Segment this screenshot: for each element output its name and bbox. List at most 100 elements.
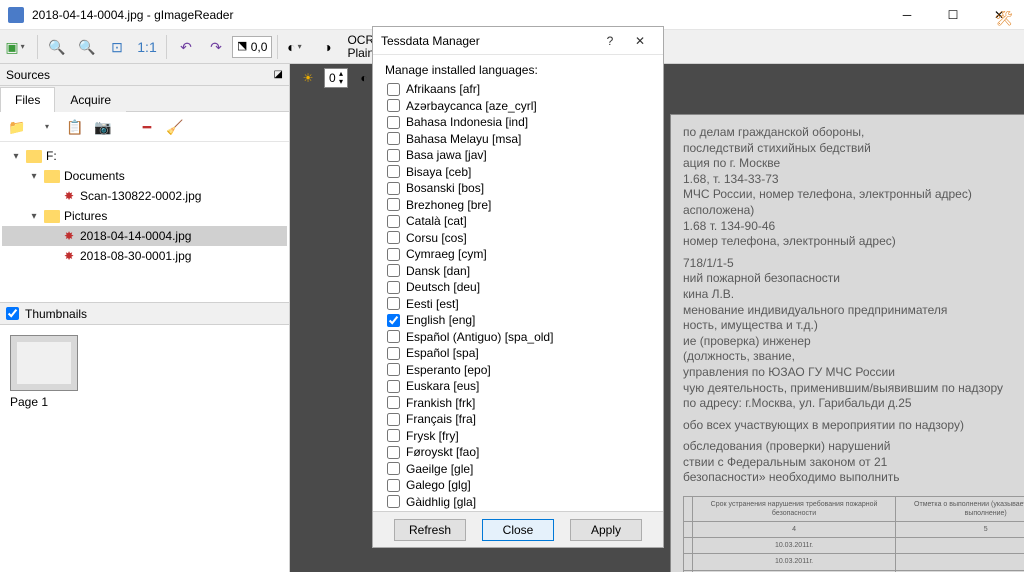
- language-checkbox[interactable]: [387, 198, 400, 211]
- language-row[interactable]: Gaeilge [gle]: [387, 461, 659, 478]
- rotate-right-button[interactable]: ↷: [202, 33, 230, 61]
- language-checkbox[interactable]: [387, 215, 400, 228]
- refresh-button[interactable]: Refresh: [394, 519, 466, 541]
- language-row[interactable]: Afrikaans [afr]: [387, 81, 659, 98]
- language-checkbox[interactable]: [387, 314, 400, 327]
- language-checkbox[interactable]: [387, 363, 400, 376]
- page-layout-button[interactable]: ◐▾: [283, 33, 311, 61]
- language-row[interactable]: Azərbaycanca [aze_cyrl]: [387, 98, 659, 115]
- thumbnails-checkbox[interactable]: [6, 307, 19, 320]
- language-row[interactable]: Eesti [est]: [387, 296, 659, 313]
- language-row[interactable]: Deutsch [deu]: [387, 279, 659, 296]
- language-row[interactable]: Bahasa Indonesia [ind]: [387, 114, 659, 131]
- language-checkbox[interactable]: [387, 231, 400, 244]
- language-label: Basa jawa [jav]: [406, 148, 487, 162]
- language-checkbox[interactable]: [387, 248, 400, 261]
- language-checkbox[interactable]: [387, 281, 400, 294]
- add-folder-button[interactable]: 📁: [6, 116, 28, 138]
- maximize-button[interactable]: ☐: [930, 0, 976, 30]
- rotation-spinbox[interactable]: ⬔ 0,0: [232, 36, 272, 58]
- language-checkbox[interactable]: [387, 99, 400, 112]
- close-dialog-button[interactable]: Close: [482, 519, 554, 541]
- dialog-close-button[interactable]: ✕: [625, 34, 655, 48]
- language-row[interactable]: Bosanski [bos]: [387, 180, 659, 197]
- language-row[interactable]: Basa jawa [jav]: [387, 147, 659, 164]
- settings-button[interactable]: 🛠: [990, 4, 1018, 32]
- language-checkbox[interactable]: [387, 83, 400, 96]
- language-row[interactable]: Català [cat]: [387, 213, 659, 230]
- language-label: Bahasa Indonesia [ind]: [406, 115, 528, 129]
- language-checkbox[interactable]: [387, 380, 400, 393]
- tab-acquire[interactable]: Acquire: [55, 87, 126, 112]
- language-row[interactable]: Gàidhlig [gla]: [387, 494, 659, 511]
- app-icon: [8, 7, 24, 23]
- language-row[interactable]: Esperanto [epo]: [387, 362, 659, 379]
- language-checkbox[interactable]: [387, 264, 400, 277]
- language-checkbox[interactable]: [387, 429, 400, 442]
- language-checkbox[interactable]: [387, 182, 400, 195]
- tree-folder[interactable]: ▾Pictures: [2, 206, 287, 226]
- tree-file[interactable]: ✸Scan-130822-0002.jpg: [2, 186, 287, 206]
- language-row[interactable]: Corsu [cos]: [387, 230, 659, 247]
- zoom-in-button[interactable]: 🔍: [43, 33, 71, 61]
- tree-toggle[interactable]: ▾: [28, 171, 40, 182]
- contrast-button[interactable]: ◑: [313, 33, 341, 61]
- panel-detach-button[interactable]: ◪: [274, 69, 283, 80]
- remove-button[interactable]: ━: [136, 116, 158, 138]
- open-image-button[interactable]: ▣▾: [4, 33, 32, 61]
- zoom-fit-button[interactable]: ⊡: [103, 33, 131, 61]
- tree-file[interactable]: ✸2018-04-14-0004.jpg: [2, 226, 287, 246]
- dialog-help-button[interactable]: ?: [595, 34, 625, 48]
- language-checkbox[interactable]: [387, 479, 400, 492]
- clear-button[interactable]: 🧹: [164, 116, 186, 138]
- language-row[interactable]: Dansk [dan]: [387, 263, 659, 280]
- minimize-button[interactable]: ─: [884, 0, 930, 30]
- language-row[interactable]: Bisaya [ceb]: [387, 164, 659, 181]
- language-row[interactable]: Bahasa Melayu [msa]: [387, 131, 659, 148]
- sources-panel: Sources ◪ Files Acquire 📁 ▾ 📋 📷 ━ 🧹 ▾F:▾…: [0, 64, 290, 572]
- apply-button[interactable]: Apply: [570, 519, 642, 541]
- language-checkbox[interactable]: [387, 495, 400, 508]
- language-list[interactable]: Afrikaans [afr]Azərbaycanca [aze_cyrl]Ba…: [373, 81, 663, 511]
- rotate-left-button[interactable]: ↶: [172, 33, 200, 61]
- thumbnails-section: Thumbnails Page 1: [0, 302, 289, 572]
- language-checkbox[interactable]: [387, 165, 400, 178]
- language-row[interactable]: English [eng]: [387, 312, 659, 329]
- language-row[interactable]: Cymraeg [cym]: [387, 246, 659, 263]
- dialog-buttons: Refresh Close Apply: [373, 511, 663, 547]
- language-checkbox[interactable]: [387, 396, 400, 409]
- language-checkbox[interactable]: [387, 132, 400, 145]
- language-checkbox[interactable]: [387, 116, 400, 129]
- language-checkbox[interactable]: [387, 149, 400, 162]
- add-folder-menu[interactable]: ▾: [36, 116, 58, 138]
- file-tree[interactable]: ▾F:▾Documents✸Scan-130822-0002.jpg▾Pictu…: [0, 142, 289, 302]
- screenshot-button[interactable]: 📷: [92, 116, 114, 138]
- language-row[interactable]: Galego [glg]: [387, 477, 659, 494]
- language-checkbox[interactable]: [387, 462, 400, 475]
- language-checkbox[interactable]: [387, 446, 400, 459]
- language-row[interactable]: Euskara [eus]: [387, 378, 659, 395]
- brightness-spinbox[interactable]: 0 ▴▾: [324, 68, 348, 88]
- language-row[interactable]: Frankish [frk]: [387, 395, 659, 412]
- language-checkbox[interactable]: [387, 347, 400, 360]
- thumbnail-item[interactable]: Page 1: [10, 335, 80, 409]
- zoom-out-button[interactable]: 🔍: [73, 33, 101, 61]
- language-checkbox[interactable]: [387, 297, 400, 310]
- tab-files[interactable]: Files: [0, 87, 55, 112]
- language-checkbox[interactable]: [387, 330, 400, 343]
- language-row[interactable]: Français [fra]: [387, 411, 659, 428]
- language-row[interactable]: Frysk [fry]: [387, 428, 659, 445]
- tree-toggle[interactable]: ▾: [28, 211, 40, 222]
- tree-file[interactable]: ✸2018-08-30-0001.jpg: [2, 246, 287, 266]
- language-row[interactable]: Føroyskt [fao]: [387, 444, 659, 461]
- language-row[interactable]: Español [spa]: [387, 345, 659, 362]
- zoom-original-button[interactable]: 1:1: [133, 33, 161, 61]
- language-row[interactable]: Brezhoneg [bre]: [387, 197, 659, 214]
- language-row[interactable]: Español (Antiguo) [spa_old]: [387, 329, 659, 346]
- tree-folder[interactable]: ▾Documents: [2, 166, 287, 186]
- thumbnail-image: [10, 335, 78, 391]
- language-checkbox[interactable]: [387, 413, 400, 426]
- tree-toggle[interactable]: ▾: [10, 151, 22, 162]
- tree-folder[interactable]: ▾F:: [2, 146, 287, 166]
- paste-button[interactable]: 📋: [64, 116, 86, 138]
